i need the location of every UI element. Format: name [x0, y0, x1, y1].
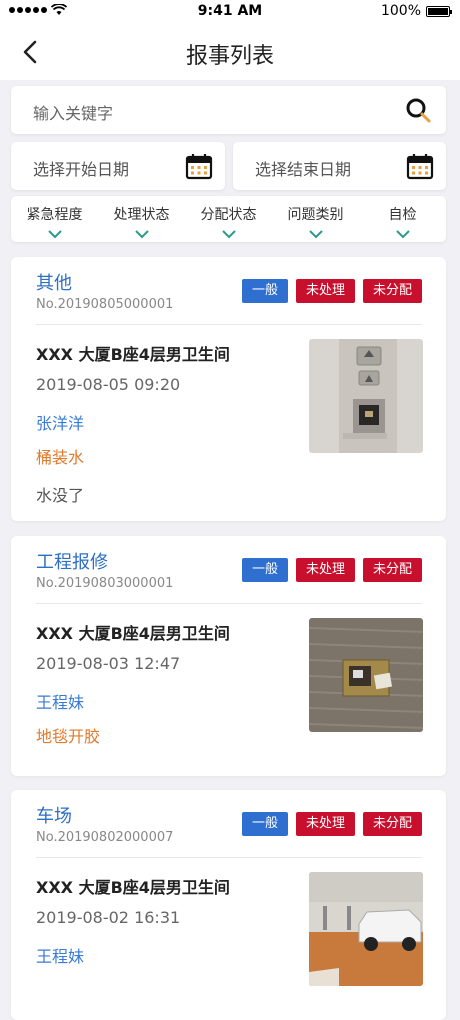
- divider: [36, 603, 422, 604]
- nav-bar: 报事列表: [0, 24, 460, 80]
- filter-self-check[interactable]: 自检: [359, 196, 446, 242]
- assign-status-badge: 未分配: [362, 558, 422, 582]
- assign-status-badge: 未分配: [362, 812, 422, 836]
- report-number: No.20190802000007: [36, 830, 174, 845]
- filter-urgency[interactable]: 紧急程度: [11, 196, 98, 242]
- report-datetime: 2019-08-03 12:47: [36, 654, 181, 673]
- report-location: XXX 大厦B座4层男卫生间: [36, 345, 230, 364]
- report-location: XXX 大厦B座4层男卫生间: [36, 878, 230, 897]
- filter-label: 问题类别: [287, 207, 344, 223]
- battery-group: 100%: [380, 3, 452, 19]
- search-placeholder: 输入关键字: [33, 104, 114, 123]
- report-datetime: 2019-08-05 09:20: [36, 375, 181, 394]
- parking-garage-photo[interactable]: [309, 872, 423, 986]
- status-bar: 9:41 AM 100%: [0, 0, 460, 24]
- filter-bar: 紧急程度 处理状态 分配状态 问题类别 自检: [11, 196, 446, 242]
- filter-label: 紧急程度: [26, 207, 83, 223]
- divider: [36, 857, 422, 858]
- urgency-badge: 一般: [241, 558, 288, 582]
- search-input[interactable]: 输入关键字: [11, 86, 446, 134]
- filter-issue-category[interactable]: 问题类别: [272, 196, 359, 242]
- urgency-badge: 一般: [241, 812, 288, 836]
- report-person: 王程妹: [36, 693, 85, 712]
- calendar-icon[interactable]: [185, 152, 213, 180]
- battery-percent: 100%: [380, 3, 421, 19]
- report-number: No.20190803000001: [36, 576, 174, 591]
- battery-icon: [426, 5, 452, 17]
- report-description: 水没了: [36, 486, 85, 505]
- report-location: XXX 大厦B座4层男卫生间: [36, 624, 230, 643]
- chevron-down-icon: [308, 230, 323, 239]
- report-card[interactable]: 车场 No.20190802000007 一般 未处理 未分配 XXX 大厦B座…: [11, 790, 446, 1020]
- chevron-down-icon: [47, 230, 62, 239]
- process-status-badge: 未处理: [295, 279, 355, 303]
- report-datetime: 2019-08-02 16:31: [36, 908, 181, 927]
- status-badges: 一般 未处理 未分配: [241, 812, 422, 836]
- filter-assign-status[interactable]: 分配状态: [185, 196, 272, 242]
- report-category: 车场: [36, 806, 72, 827]
- process-status-badge: 未处理: [295, 812, 355, 836]
- filter-process-status[interactable]: 处理状态: [98, 196, 185, 242]
- calendar-icon[interactable]: [406, 152, 434, 180]
- process-status-badge: 未处理: [295, 558, 355, 582]
- search-icon[interactable]: [404, 96, 432, 124]
- report-category: 工程报修: [36, 552, 108, 573]
- start-date-picker[interactable]: 选择开始日期: [11, 142, 225, 190]
- report-card[interactable]: 工程报修 No.20190803000001 一般 未处理 未分配 XXX 大厦…: [11, 536, 446, 776]
- end-date-picker[interactable]: 选择结束日期: [233, 142, 446, 190]
- status-badges: 一般 未处理 未分配: [241, 558, 422, 582]
- report-number: No.20190805000001: [36, 297, 174, 312]
- report-type: 桶装水: [36, 448, 85, 467]
- report-category: 其他: [36, 273, 72, 294]
- start-date-placeholder: 选择开始日期: [33, 160, 130, 179]
- elevator-panel-photo[interactable]: [309, 339, 423, 453]
- carpet-floor-box-photo[interactable]: [309, 618, 423, 732]
- urgency-badge: 一般: [241, 279, 288, 303]
- report-card[interactable]: 其他 No.20190805000001 一般 未处理 未分配 XXX 大厦B座…: [11, 257, 446, 521]
- status-badges: 一般 未处理 未分配: [241, 279, 422, 303]
- chevron-down-icon: [221, 230, 236, 239]
- chevron-down-icon: [395, 230, 410, 239]
- report-type: 地毯开胶: [36, 727, 101, 746]
- filter-label: 处理状态: [113, 207, 170, 223]
- filter-label: 分配状态: [200, 207, 257, 223]
- divider: [36, 324, 422, 325]
- filter-label: 自检: [388, 207, 417, 223]
- end-date-placeholder: 选择结束日期: [255, 160, 352, 179]
- report-person: 张洋洋: [36, 414, 85, 433]
- page-title: 报事列表: [185, 44, 274, 69]
- chevron-down-icon: [134, 230, 149, 239]
- report-person: 王程妹: [36, 947, 85, 966]
- assign-status-badge: 未分配: [362, 279, 422, 303]
